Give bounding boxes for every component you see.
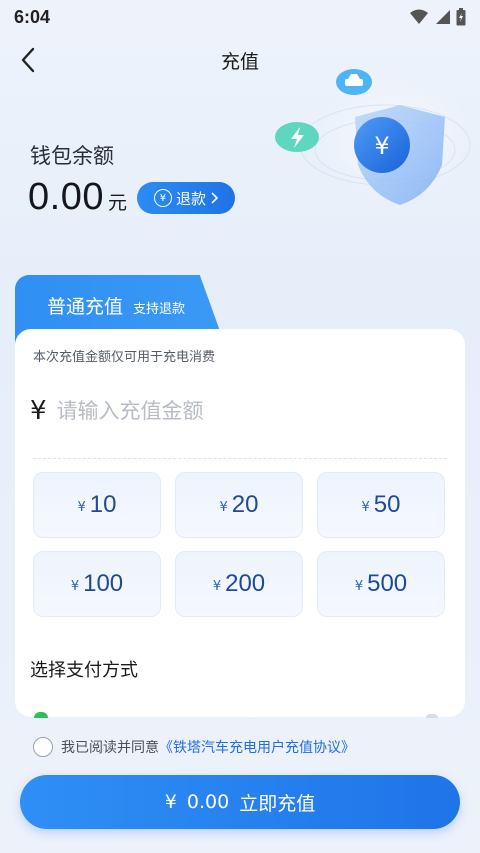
agreement-text: 我已阅读并同意 (61, 740, 159, 756)
preset-amount-10[interactable]: ¥ 10 (33, 472, 161, 538)
tab-subtitle: 支持退款 (133, 302, 186, 317)
wallet-balance: 0.00 元 (28, 176, 127, 219)
preset-amount-200[interactable]: ¥ 200 (175, 551, 303, 617)
preset-value: 100 (83, 570, 124, 597)
refund-button[interactable]: ¥ 退款 (137, 182, 235, 214)
amount-input[interactable] (56, 399, 417, 423)
status-bar: 6:04 (0, 0, 480, 34)
submit-amount: 0.00 (186, 791, 230, 813)
signal-icon (436, 10, 450, 24)
tab-title: 普通充值 (47, 296, 124, 318)
preset-symbol: ¥ (361, 499, 370, 515)
chevron-right-icon (211, 192, 218, 204)
refund-icon: ¥ (153, 189, 172, 207)
preset-symbol: ¥ (219, 499, 228, 515)
amount-input-row: ¥ (30, 396, 448, 426)
recharge-note: 本次充值金额仅可用于充电消费 (33, 350, 216, 365)
preset-symbol: ¥ (354, 578, 364, 594)
tab-regular-recharge-text: 普通充值 支持退款 (47, 292, 185, 319)
payment-radio[interactable] (426, 714, 438, 718)
back-button[interactable] (12, 42, 44, 78)
preset-amount-20[interactable]: ¥ 20 (175, 472, 303, 538)
wallet-balance-label: 钱包余额 (30, 144, 114, 168)
preset-symbol: ¥ (212, 578, 222, 594)
refund-label: 退款 (175, 189, 206, 208)
preset-value: 200 (225, 570, 266, 597)
recharge-submit-button[interactable]: ¥ 0.00 立即充值 (20, 775, 460, 829)
payment-method-title: 选择支付方式 (30, 660, 138, 681)
preset-amount-100[interactable]: ¥ 100 (33, 551, 161, 617)
hero-illustration: ¥ (275, 60, 480, 220)
wallet-balance-unit: 元 (107, 192, 127, 214)
agreement-link[interactable]: 《铁塔汽车充电用户充值协议》 (159, 737, 355, 757)
preset-value: 10 (89, 491, 117, 518)
svg-text:¥: ¥ (374, 132, 389, 160)
battery-icon (456, 8, 466, 26)
back-arrow-icon (21, 47, 35, 73)
preset-value: 500 (367, 570, 408, 597)
preset-amounts: ¥ 10 ¥ 20 ¥ 50 ¥ 100 ¥ 200 ¥ 500 (33, 472, 445, 617)
car-bubble-icon (336, 69, 372, 95)
wallet-balance-amount: 0.00 (28, 176, 104, 218)
lightning-bubble-icon (275, 122, 319, 152)
status-icons (410, 8, 466, 26)
preset-symbol: ¥ (70, 578, 80, 594)
currency-symbol: ¥ (30, 396, 47, 426)
status-time: 6:04 (14, 6, 51, 27)
agreement-row: 我已阅读并同意 《铁塔汽车充电用户充值协议》 (33, 737, 355, 757)
preset-value: 20 (231, 491, 259, 518)
preset-symbol: ¥ (77, 499, 86, 515)
wechat-pay-icon (34, 712, 48, 718)
preset-amount-50[interactable]: ¥ 50 (317, 472, 445, 538)
preset-amount-500[interactable]: ¥ 500 (317, 551, 445, 617)
preset-value: 50 (373, 491, 401, 518)
page-title: 充值 (220, 50, 259, 73)
submit-currency: ¥ (164, 791, 177, 813)
wifi-icon (410, 9, 428, 24)
agreement-checkbox[interactable] (33, 737, 53, 757)
divider (33, 458, 447, 459)
submit-label: 立即充值 (239, 792, 316, 815)
